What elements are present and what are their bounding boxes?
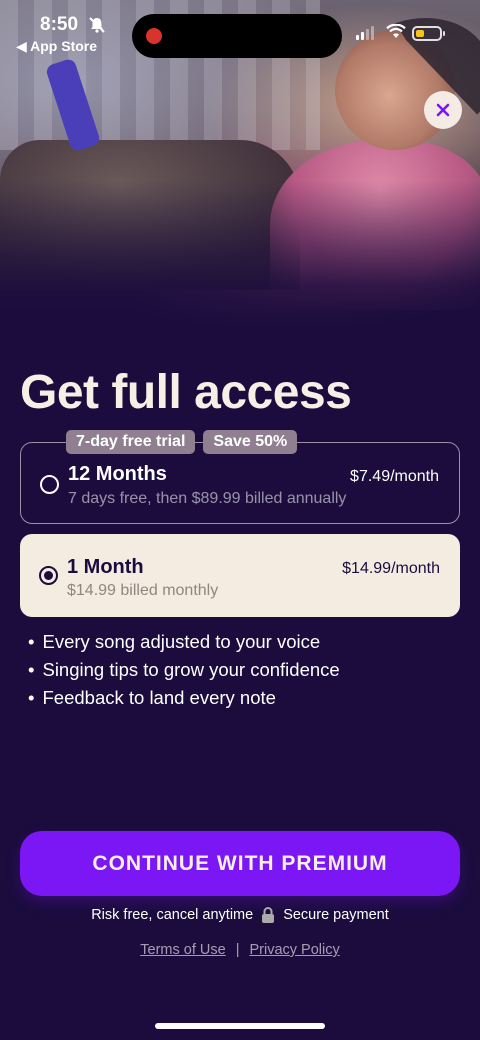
plan-option-12-months[interactable]: 12 Months 7 days free, then $89.99 bille… bbox=[20, 442, 460, 524]
dynamic-island bbox=[132, 14, 342, 58]
risk-free-text: Risk free, cancel anytime bbox=[91, 907, 254, 923]
home-indicator[interactable] bbox=[155, 1023, 325, 1029]
plan-name: 1 Month bbox=[67, 556, 144, 578]
terms-of-use-link[interactable]: Terms of Use bbox=[140, 942, 225, 958]
hero-fade bbox=[0, 180, 480, 330]
cellular-signal-icon bbox=[356, 26, 374, 40]
back-to-app-store-link[interactable]: ◀ App Store bbox=[16, 38, 97, 55]
wifi-icon bbox=[386, 24, 406, 38]
list-item: • Singing tips to grow your confidence bbox=[28, 659, 340, 680]
silent-bell-icon bbox=[89, 17, 105, 33]
radio-unselected-icon[interactable] bbox=[40, 475, 59, 494]
feature-list: • Every song adjusted to your voice • Sing… bbox=[28, 628, 340, 712]
lock-icon bbox=[262, 907, 275, 923]
radio-selected-icon[interactable] bbox=[39, 566, 58, 585]
trust-line: Risk free, cancel anytime Secure payment bbox=[0, 906, 480, 924]
plan-subtitle: 7 days free, then $89.99 billed annually bbox=[68, 490, 347, 507]
link-separator: | bbox=[235, 942, 240, 958]
close-icon bbox=[436, 103, 450, 117]
recording-dot-icon bbox=[146, 28, 162, 44]
plan-subtitle: $14.99 billed monthly bbox=[67, 582, 219, 599]
plan-badges: 7-day free trial Save 50% bbox=[66, 430, 298, 454]
free-trial-badge: 7-day free trial bbox=[66, 430, 196, 454]
close-button[interactable] bbox=[424, 91, 462, 129]
continue-with-premium-button[interactable]: CONTINUE WITH PREMIUM bbox=[20, 831, 460, 896]
secure-payment-text: Secure payment bbox=[283, 907, 389, 923]
list-item: • Feedback to land every note bbox=[28, 687, 276, 708]
list-item: • Every song adjusted to your voice bbox=[28, 631, 321, 652]
legal-links: Terms of Use | Privacy Policy bbox=[0, 942, 480, 958]
page-title: Get full access bbox=[20, 366, 352, 419]
plan-option-1-month[interactable]: 1 Month $14.99 billed monthly $14.99/mon… bbox=[20, 534, 460, 617]
status-time: 8:50 bbox=[40, 14, 79, 35]
privacy-policy-link[interactable]: Privacy Policy bbox=[249, 942, 339, 958]
plan-price: $14.99/month bbox=[342, 560, 440, 577]
save-badge: Save 50% bbox=[203, 430, 298, 454]
status-bar: 8:50 ◀ App Store bbox=[0, 0, 480, 60]
plan-price: $7.49/month bbox=[350, 468, 439, 485]
plan-name: 12 Months bbox=[68, 463, 167, 485]
battery-icon bbox=[412, 26, 445, 41]
